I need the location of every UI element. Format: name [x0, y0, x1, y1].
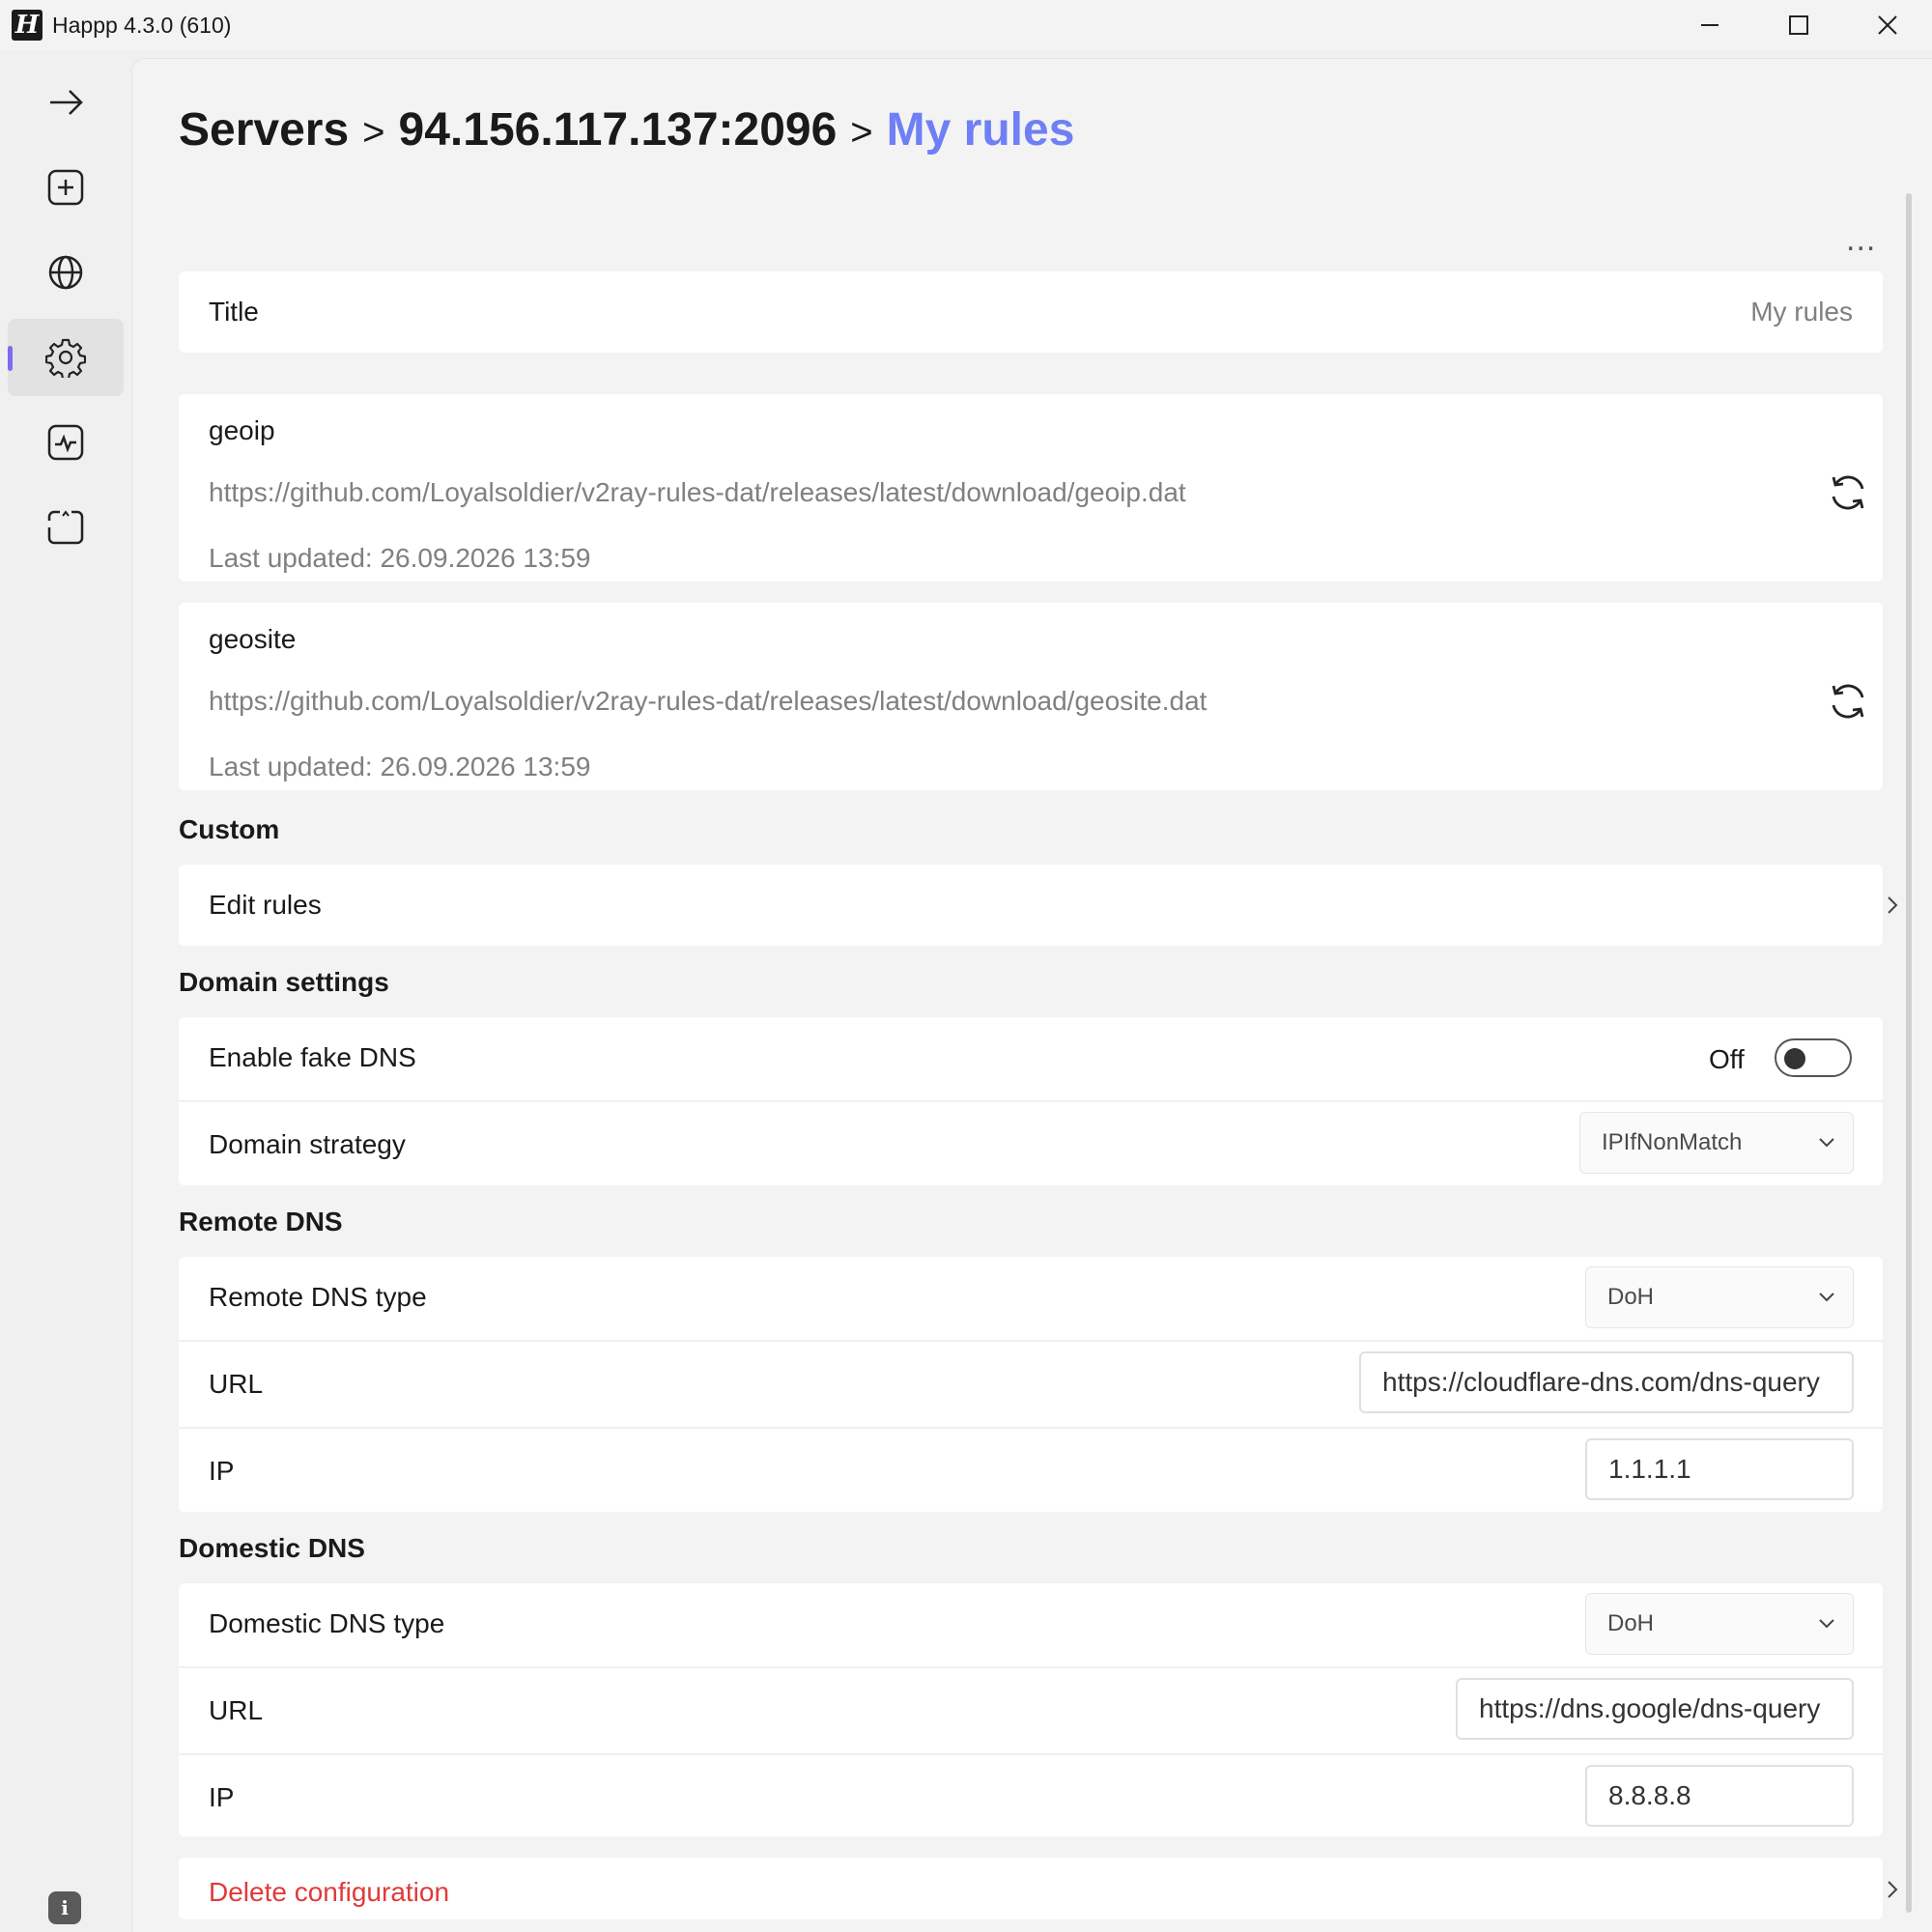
close-button[interactable] — [1843, 0, 1932, 50]
fake-dns-state: Off — [1709, 1044, 1745, 1074]
divider — [179, 1666, 1883, 1668]
title-bar: H Happp 4.3.0 (610) — [0, 0, 1932, 50]
domain-settings-card: Enable fake DNS Off Domain strategy IPIf… — [179, 1017, 1883, 1185]
domestic-dns-card: Domestic DNS type DoH URL https://dns.go… — [179, 1583, 1883, 1836]
minimize-icon — [1701, 24, 1719, 26]
title-card[interactable]: Title My rules — [179, 271, 1883, 353]
domestic-dns-type-value: DoH — [1607, 1610, 1655, 1636]
domestic-dns-type-select[interactable]: DoH — [1585, 1593, 1854, 1655]
globe-icon — [48, 255, 83, 290]
breadcrumb-separator: > — [362, 111, 385, 154]
window-title: Happp 4.3.0 (610) — [52, 12, 232, 38]
divider — [179, 1427, 1883, 1429]
maximize-icon — [1789, 15, 1808, 35]
gear-icon — [45, 338, 86, 378]
nav-servers[interactable] — [8, 234, 124, 311]
domestic-dns-url-label: URL — [209, 1695, 264, 1725]
remote-dns-card: Remote DNS type DoH URL https://cloudfla… — [179, 1257, 1883, 1512]
remote-dns-type-label: Remote DNS type — [209, 1282, 427, 1312]
domestic-dns-ip-input[interactable]: 8.8.8.8 — [1585, 1765, 1854, 1827]
breadcrumb-current: My rules — [886, 104, 1075, 156]
info-icon[interactable]: i — [48, 1891, 81, 1924]
scan-icon — [47, 510, 84, 545]
breadcrumb: Servers > 94.156.117.137:2096 > My rules — [179, 103, 1074, 156]
title-label: Title — [209, 297, 259, 327]
minimize-button[interactable] — [1665, 0, 1754, 50]
domain-settings-section-title: Domain settings — [179, 967, 389, 997]
divider — [179, 1340, 1883, 1342]
refresh-icon — [1832, 475, 1864, 510]
delete-configuration-label: Delete configuration — [209, 1877, 450, 1907]
nav-settings[interactable] — [8, 319, 124, 396]
chevron-down-icon — [1819, 1293, 1834, 1302]
remote-dns-type-value: DoH — [1607, 1284, 1655, 1310]
custom-section-title: Custom — [179, 814, 280, 844]
geoip-updated: Last updated: 26.09.2026 13:59 — [209, 543, 591, 573]
domestic-dns-type-label: Domestic DNS type — [209, 1608, 445, 1638]
remote-dns-ip-label: IP — [209, 1456, 235, 1486]
close-icon — [1878, 15, 1897, 35]
domain-strategy-value: IPIfNonMatch — [1602, 1129, 1743, 1155]
fake-dns-toggle[interactable] — [1775, 1038, 1852, 1077]
main-panel: Servers > 94.156.117.137:2096 > My rules… — [131, 58, 1932, 1932]
nav-rail: i — [0, 50, 131, 1932]
geoip-url: https://github.com/Loyalsoldier/v2ray-ru… — [209, 477, 1186, 507]
nav-scan[interactable] — [8, 489, 124, 566]
activity-icon — [47, 424, 84, 461]
geoip-card: geoip https://github.com/Loyalsoldier/v2… — [179, 394, 1883, 582]
geosite-updated: Last updated: 26.09.2026 13:59 — [209, 752, 591, 781]
nav-stats[interactable] — [8, 404, 124, 481]
geosite-refresh-button[interactable] — [1825, 678, 1871, 724]
arrow-right-icon — [50, 90, 83, 115]
scrollbar[interactable] — [1906, 193, 1912, 1913]
edit-rules-label: Edit rules — [209, 890, 322, 920]
edit-rules-row[interactable]: Edit rules — [179, 865, 1898, 946]
remote-dns-type-select[interactable]: DoH — [1585, 1266, 1854, 1328]
geosite-card: geosite https://github.com/Loyalsoldier/… — [179, 603, 1883, 790]
breadcrumb-servers[interactable]: Servers — [179, 103, 349, 156]
chevron-right-icon — [1881, 1875, 1904, 1904]
geosite-name: geosite — [209, 624, 297, 654]
maximize-button[interactable] — [1754, 0, 1843, 50]
geoip-refresh-button[interactable] — [1825, 469, 1871, 516]
fake-dns-label: Enable fake DNS — [209, 1042, 416, 1072]
more-options-button[interactable]: ... — [1846, 221, 1876, 259]
chevron-down-icon — [1819, 1619, 1834, 1629]
remote-dns-url-label: URL — [209, 1369, 264, 1399]
divider — [179, 1100, 1883, 1102]
remote-dns-ip-input[interactable]: 1.1.1.1 — [1585, 1438, 1854, 1500]
nav-add[interactable] — [8, 149, 124, 226]
chevron-down-icon — [1819, 1138, 1834, 1148]
nav-connect[interactable] — [8, 64, 124, 141]
geoip-name: geoip — [209, 415, 275, 445]
divider — [179, 1753, 1883, 1755]
remote-dns-url-input[interactable]: https://cloudflare-dns.com/dns-query — [1359, 1351, 1854, 1413]
toggle-knob — [1784, 1048, 1805, 1069]
domain-strategy-select[interactable]: IPIfNonMatch — [1579, 1112, 1854, 1174]
delete-configuration-row[interactable]: Delete configuration — [179, 1858, 1898, 1919]
breadcrumb-separator: > — [850, 111, 873, 154]
app-logo: H — [12, 10, 43, 41]
refresh-icon — [1832, 684, 1864, 719]
title-value[interactable]: My rules — [1750, 297, 1853, 327]
add-square-icon — [47, 169, 84, 206]
chevron-right-icon — [1881, 891, 1904, 920]
domestic-dns-ip-label: IP — [209, 1782, 235, 1812]
domestic-dns-section-title: Domestic DNS — [179, 1533, 365, 1563]
domain-strategy-label: Domain strategy — [209, 1129, 406, 1159]
remote-dns-section-title: Remote DNS — [179, 1207, 343, 1236]
domestic-dns-url-input[interactable]: https://dns.google/dns-query — [1456, 1678, 1854, 1740]
geosite-url: https://github.com/Loyalsoldier/v2ray-ru… — [209, 686, 1208, 716]
window-controls — [1665, 0, 1932, 50]
breadcrumb-server[interactable]: 94.156.117.137:2096 — [399, 103, 838, 156]
